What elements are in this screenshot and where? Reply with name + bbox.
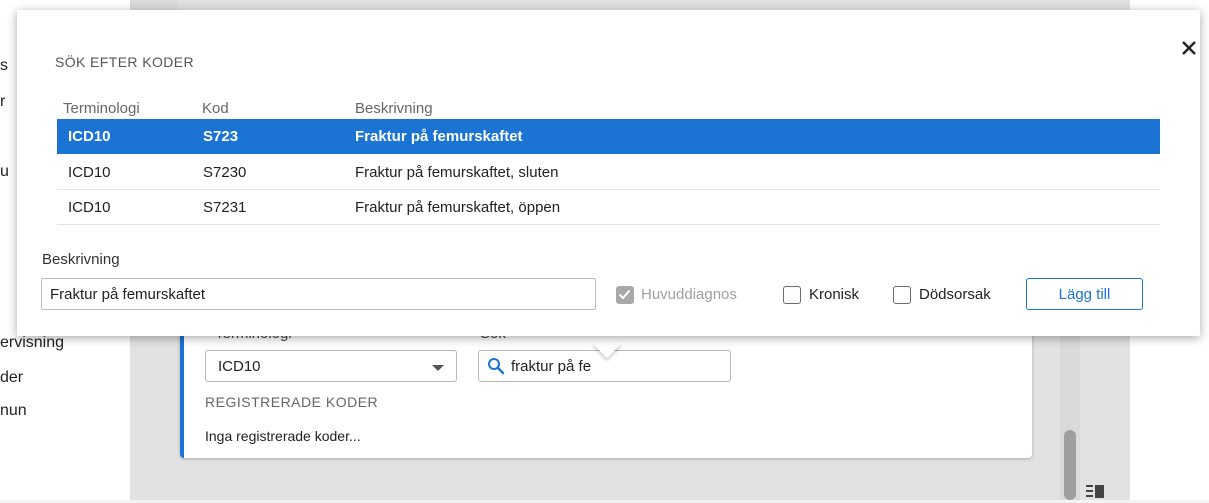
code-search-popup: SÖK EFTER KODER Terminologi Kod Beskrivn… [17,10,1200,336]
sidebar-item[interactable]: nun [0,402,27,420]
cell-description: Fraktur på femurskaftet [355,128,523,145]
cell-code: S7231 [203,199,247,216]
description-label: Beskrivning [42,251,120,268]
popup-title: SÖK EFTER KODER [55,54,195,70]
cause-of-death-label: Dödsorsak [919,286,991,303]
sidebar-item[interactable]: der [0,369,23,387]
cell-description: Fraktur på femurskaftet, sluten [355,164,559,181]
column-header-code: Kod [202,100,229,117]
table-row[interactable]: ICD10 S723 Fraktur på femurskaftet [57,119,1160,154]
main-diagnosis-checkbox[interactable] [616,286,634,304]
search-input-value: fraktur på fe [511,358,592,375]
cause-of-death-checkbox[interactable] [893,286,911,304]
cell-code: S7230 [203,164,247,181]
terminology-select-value: ICD10 [218,358,261,375]
list-icon[interactable] [1086,484,1104,503]
close-icon[interactable] [1178,37,1200,59]
registered-codes-empty: Inga registrerade koder... [205,428,361,444]
table-row[interactable]: ICD10 S7231 Fraktur på femurskaftet, öpp… [57,190,1160,225]
header-strip [130,0,178,10]
checkmark-icon [618,289,631,300]
column-header-terminology: Terminologi [63,100,140,117]
column-header-description: Beskrivning [355,100,433,117]
description-input[interactable] [41,278,596,310]
cell-terminology: ICD10 [68,164,111,181]
add-button[interactable]: Lägg till [1026,278,1143,310]
cell-description: Fraktur på femurskaftet, öppen [355,199,561,216]
cell-terminology: ICD10 [68,128,111,145]
terminology-select[interactable]: ICD10 [205,350,457,382]
sidebar-item[interactable]: u [0,163,9,181]
cell-terminology: ICD10 [68,199,111,216]
sidebar-item[interactable]: ervisning [0,334,64,352]
sidebar-item[interactable]: r [0,93,5,111]
chronic-label: Kronisk [809,286,860,303]
search-icon [487,357,505,380]
table-row[interactable]: ICD10 S7230 Fraktur på femurskaftet, slu… [57,155,1160,190]
scrollbar-thumb[interactable] [1064,430,1076,500]
registered-codes-title: REGISTRERADE KODER [205,394,379,410]
chronic-checkbox[interactable] [783,286,801,304]
caret-down-icon [432,365,444,371]
cell-code: S723 [203,128,239,145]
sidebar-item[interactable]: s [0,57,8,75]
main-diagnosis-label: Huvuddiagnos [641,286,737,303]
